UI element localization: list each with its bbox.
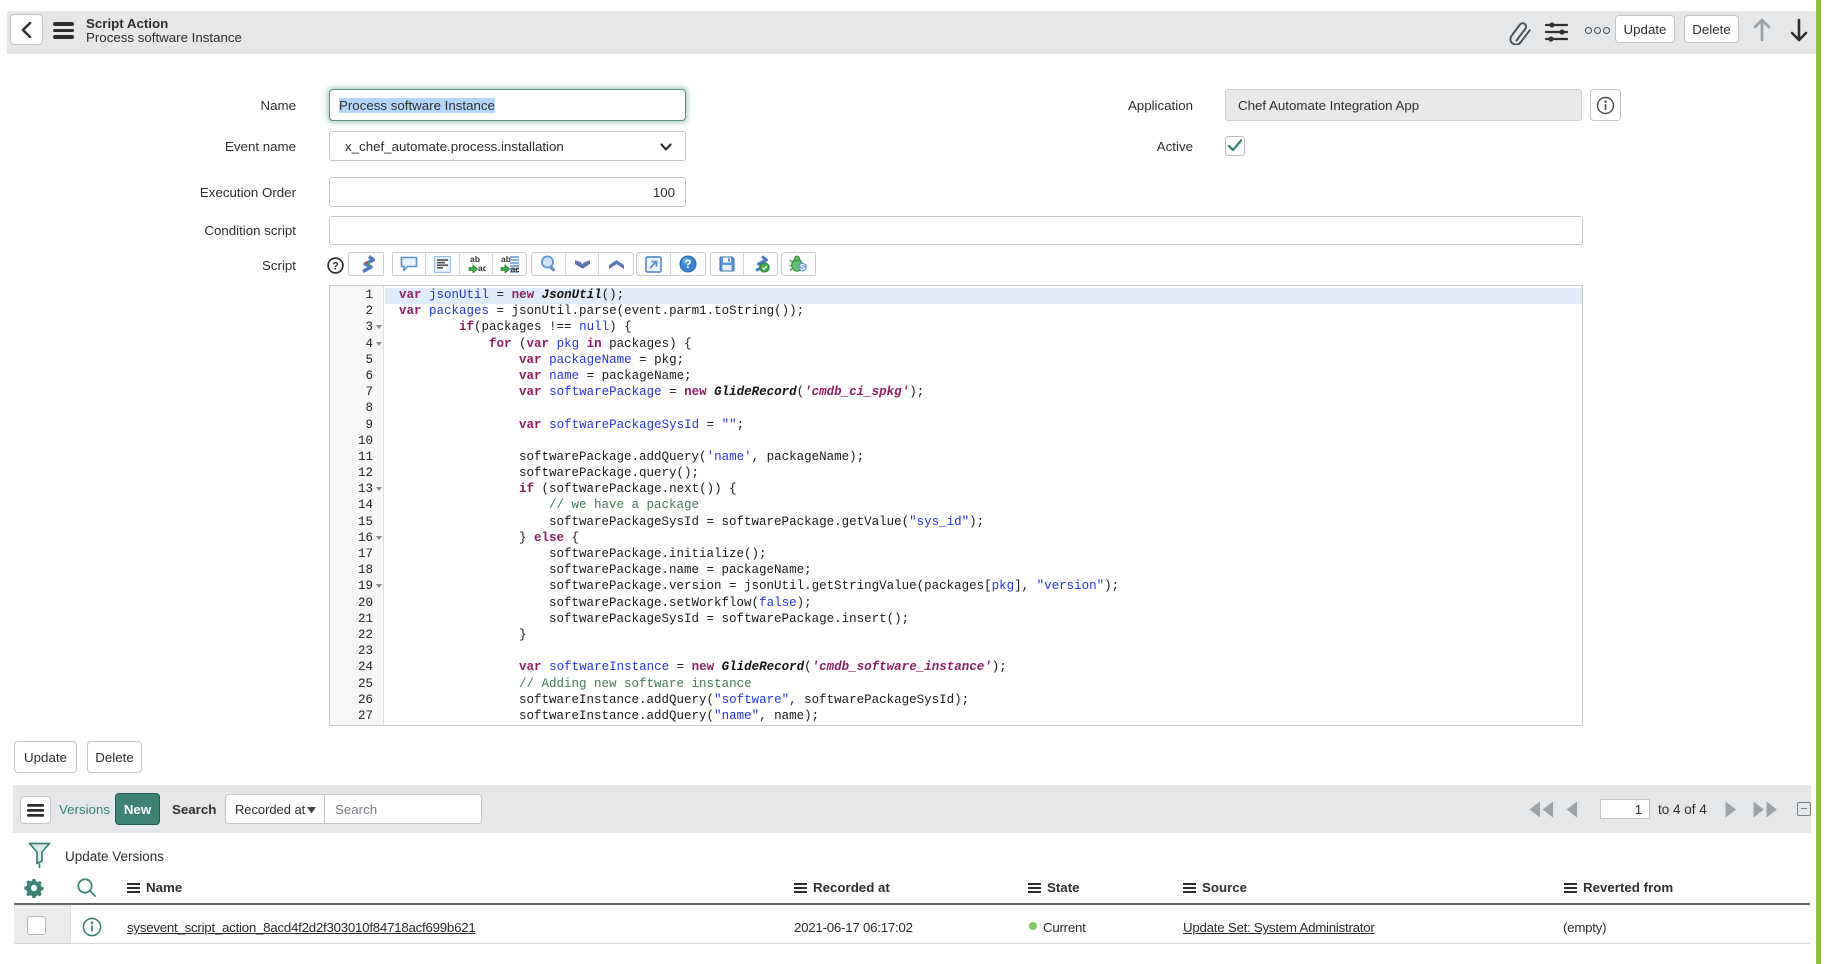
svg-text:ac: ac bbox=[478, 263, 486, 273]
svg-text:ac: ac bbox=[511, 264, 520, 273]
svg-text:ab: ab bbox=[501, 255, 511, 264]
svg-text:S: S bbox=[800, 263, 806, 272]
svg-text:?: ? bbox=[684, 259, 691, 271]
svg-text:?: ? bbox=[332, 260, 339, 272]
